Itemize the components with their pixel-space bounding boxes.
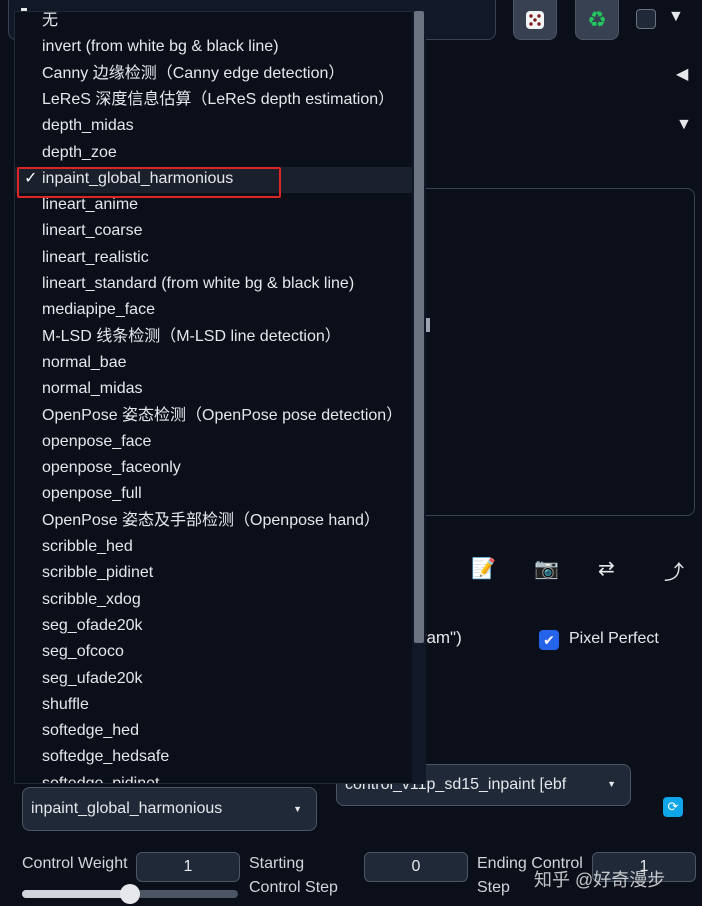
control-weight-label: Control Weight <box>22 855 128 872</box>
dropdown-option-label: softedge_pidinet <box>42 774 160 784</box>
dropdown-option-label: scribble_pidinet <box>42 564 154 582</box>
control-weight-slider[interactable] <box>22 884 238 904</box>
dropdown-option-label: softedge_hed <box>42 722 139 740</box>
random-seed-button[interactable] <box>513 0 557 40</box>
dropdown-option-label: Canny 边缘检测（Canny edge detection） <box>42 64 345 82</box>
dropdown-option-label: lineart_coarse <box>42 222 143 240</box>
dropdown-option-label: invert (from white bg & black line) <box>42 38 279 56</box>
dropdown-option[interactable]: openpose_faceonly <box>15 456 413 482</box>
dropdown-option[interactable]: softedge_hedsafe <box>15 745 413 771</box>
dropdown-option-label: LeReS 深度信息估算（LeReS depth estimation） <box>42 90 395 108</box>
dropdown-option[interactable]: depth_midas <box>15 114 413 140</box>
dropdown-option-label: M-LSD 线条检测（M-LSD line detection） <box>42 327 341 345</box>
slider-thumb[interactable] <box>120 884 140 904</box>
dropdown-option[interactable]: 无 <box>15 12 413 35</box>
dropdown-option[interactable]: lineart_standard (from white bg & black … <box>15 272 413 298</box>
recycle-icon: ♻ <box>587 6 607 32</box>
dropdown-option-label: openpose_faceonly <box>42 459 181 477</box>
dropdown-option[interactable]: OpenPose 姿态检测（OpenPose pose detection） <box>15 404 413 430</box>
dice-icon <box>526 10 544 29</box>
dropdown-option[interactable]: scribble_hed <box>15 535 413 561</box>
dropdown-option-label: softedge_hedsafe <box>42 748 170 766</box>
chevron-down-icon: ▼ <box>293 804 302 814</box>
preprocessor-select[interactable]: inpaint_global_harmonious ▼ <box>22 787 317 831</box>
dropdown-option-label: seg_ufade20k <box>42 669 143 687</box>
refresh-models-button[interactable]: ⟳ <box>663 797 683 817</box>
slider-fill <box>22 890 130 898</box>
dropdown-option-label: shuffle <box>42 695 89 713</box>
dropdown-option-label: scribble_hed <box>42 538 133 555</box>
dropdown-option-label: depth_midas <box>42 117 134 135</box>
pixel-perfect-label: Pixel Perfect <box>569 630 659 647</box>
dropdown-option[interactable]: seg_ofade20k <box>15 614 413 640</box>
control-weight-input[interactable]: 1 <box>136 852 240 882</box>
dropdown-option-label: lineart_anime <box>42 196 139 214</box>
dropdown-option-label: 无 <box>42 12 59 29</box>
dropdown-option[interactable]: invert (from white bg & black line) <box>15 35 413 61</box>
triangle-down-icon[interactable]: ▼ <box>676 116 692 134</box>
dropdown-option[interactable]: Canny 边缘检测（Canny edge detection） <box>15 62 413 88</box>
dropdown-option[interactable]: openpose_full <box>15 482 413 508</box>
dropdown-option[interactable]: depth_zoe <box>15 141 413 167</box>
reuse-seed-button[interactable]: ♻ <box>575 0 619 40</box>
dropdown-option-label: openpose_full <box>42 485 142 503</box>
dropdown-option[interactable]: LeReS 深度信息估算（LeReS depth estimation） <box>15 88 413 114</box>
preprocessor-value: inpaint_global_harmonious <box>31 800 223 817</box>
dropdown-option-label: OpenPose 姿态检测（OpenPose pose detection） <box>42 406 403 424</box>
dropdown-option-label: mediapipe_face <box>42 301 155 319</box>
dropdown-scrollbar[interactable] <box>412 11 426 784</box>
starting-step-input[interactable]: 0 <box>364 852 468 882</box>
triangle-left-icon[interactable]: ◀ <box>676 64 688 84</box>
dropdown-option[interactable]: softedge_pidinet <box>15 772 413 784</box>
chevron-down-icon: ▼ <box>607 779 616 789</box>
send-icon[interactable]: ⤴ <box>664 556 684 585</box>
dropdown-option[interactable]: openpose_face <box>15 430 413 456</box>
dropdown-option[interactable]: scribble_xdog <box>15 588 413 614</box>
dropdown-option[interactable]: seg_ufade20k <box>15 667 413 693</box>
starting-step-label: Starting Control Step <box>249 855 338 896</box>
dropdown-option[interactable]: mediapipe_face <box>15 298 413 324</box>
checkmark-icon: ✔ <box>543 631 555 648</box>
dropdown-option[interactable]: lineart_realistic <box>15 246 413 272</box>
preprocessor-dropdown-list[interactable]: 无 invert (from white bg & black line) Cann… <box>14 11 426 784</box>
dropdown-option[interactable]: OpenPose 姿态及手部检测（Openpose hand） <box>15 509 413 535</box>
dropdown-option[interactable]: normal_bae <box>15 351 413 377</box>
pixel-perfect-checkbox[interactable]: ✔ <box>539 630 559 650</box>
swap-icon[interactable]: ⇄ <box>598 556 615 581</box>
dropdown-option[interactable]: M-LSD 线条检测（M-LSD line detection） <box>15 325 413 351</box>
dropdown-option-label: openpose_face <box>42 432 152 450</box>
dropdown-option-label: scribble_xdog <box>42 590 141 608</box>
triangle-down-icon[interactable]: ▼ <box>668 8 684 26</box>
camera-icon[interactable]: 📷 <box>534 556 559 581</box>
image-upload-panel[interactable] <box>400 188 695 516</box>
dropdown-option[interactable]: seg_ofcoco <box>15 640 413 666</box>
top-checkbox[interactable] <box>636 9 656 29</box>
refresh-icon: ⟳ <box>667 799 679 814</box>
dropdown-option[interactable]: lineart_coarse <box>15 219 413 245</box>
selection-highlight-box <box>17 167 281 198</box>
dropdown-option-label: normal_bae <box>42 353 127 371</box>
dropdown-option-label: lineart_standard (from white bg & black … <box>42 275 355 292</box>
note-icon[interactable]: 📝 <box>471 556 496 581</box>
dropdown-option[interactable]: softedge_hed <box>15 719 413 745</box>
dropdown-option[interactable]: normal_midas <box>15 377 413 403</box>
scrollbar-thumb[interactable] <box>414 11 424 643</box>
dropdown-option[interactable]: shuffle <box>15 693 413 719</box>
dropdown-option[interactable]: scribble_pidinet <box>15 561 413 587</box>
dropdown-option-label: seg_ofcoco <box>42 643 124 661</box>
watermark: 知乎 @好奇漫步 <box>534 870 666 890</box>
dropdown-option-label: normal_midas <box>42 380 143 398</box>
dropdown-option-label: seg_ofade20k <box>42 616 143 634</box>
dropdown-option-label: depth_zoe <box>42 143 117 161</box>
dropdown-option-label: lineart_realistic <box>42 248 149 266</box>
dropdown-option-label: OpenPose 姿态及手部检测（Openpose hand） <box>42 511 380 529</box>
